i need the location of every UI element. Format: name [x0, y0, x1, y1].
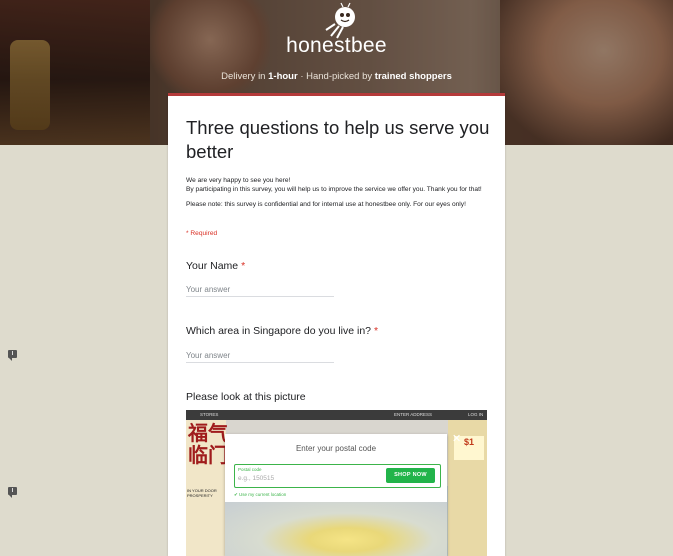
picture-promo-caption: IN YOUR DOOR PROSPERITY [187, 488, 217, 498]
question-label-area: Which area in Singapore do you live in? … [186, 325, 378, 337]
tagline-bold-1: 1-hour [268, 71, 298, 82]
required-asterisk: * [373, 325, 379, 337]
question-label-picture: Please look at this picture [186, 391, 306, 403]
picture-topbar-address: ENTER ADDRESS [394, 412, 433, 417]
survey-picture: STORES ENTER ADDRESS LOG IN 福气 临门 IN YOU… [186, 410, 487, 556]
close-icon: ✕ [452, 433, 462, 445]
tagline: Delivery in 1-hour · Hand-picked by trai… [0, 71, 673, 82]
name-answer-input[interactable] [186, 282, 334, 297]
use-location-link: ✔ Use my current location [234, 492, 287, 497]
shop-now-button: SHOP NOW [386, 468, 435, 483]
modal-title: Enter your postal code [295, 444, 377, 453]
tagline-text-1: Delivery in [221, 71, 269, 82]
form-card: Three questions to help us serve you bet… [168, 93, 505, 556]
description-note: Please note: this survey is confidential… [186, 201, 466, 209]
description-line-1: We are very happy to see you here! [186, 177, 291, 184]
use-location-text: Use my current location [239, 492, 287, 497]
postal-code-placeholder: e.g., 150515 [238, 475, 275, 482]
question-text: Which area in Singapore do you live in? [186, 325, 372, 337]
picture-chinese-text: 福气 临门 [188, 421, 228, 467]
question-text: Your Name [186, 260, 239, 272]
tagline-bold-2: trained shoppers [374, 71, 452, 82]
picture-topbar-stores: STORES [200, 412, 219, 417]
form-description: We are very happy to see you here! By par… [186, 176, 491, 216]
picture-topbar-login: LOG IN [468, 412, 484, 417]
tagline-text-2: · Hand-picked by [297, 71, 375, 82]
question-label-name: Your Name * [186, 260, 245, 272]
brand-name: honestbee [286, 34, 387, 57]
area-answer-input[interactable] [186, 348, 334, 363]
required-asterisk: * [241, 260, 246, 272]
form-title: Three questions to help us serve you bet… [186, 117, 490, 162]
comment-icon[interactable] [8, 487, 17, 498]
comment-icon[interactable] [8, 350, 17, 361]
description-line-2: By participating in this survey, you wil… [186, 186, 482, 194]
postal-code-label: Postal code [238, 467, 262, 472]
picture-topbar: STORES ENTER ADDRESS LOG IN [186, 410, 487, 420]
modal-map [225, 502, 447, 556]
required-note: * Required [186, 230, 218, 237]
postal-code-modal: Enter your postal code ✕ Postal code e.g… [225, 433, 461, 556]
postal-code-field: Postal code e.g., 150515 SHOP NOW [234, 464, 441, 488]
